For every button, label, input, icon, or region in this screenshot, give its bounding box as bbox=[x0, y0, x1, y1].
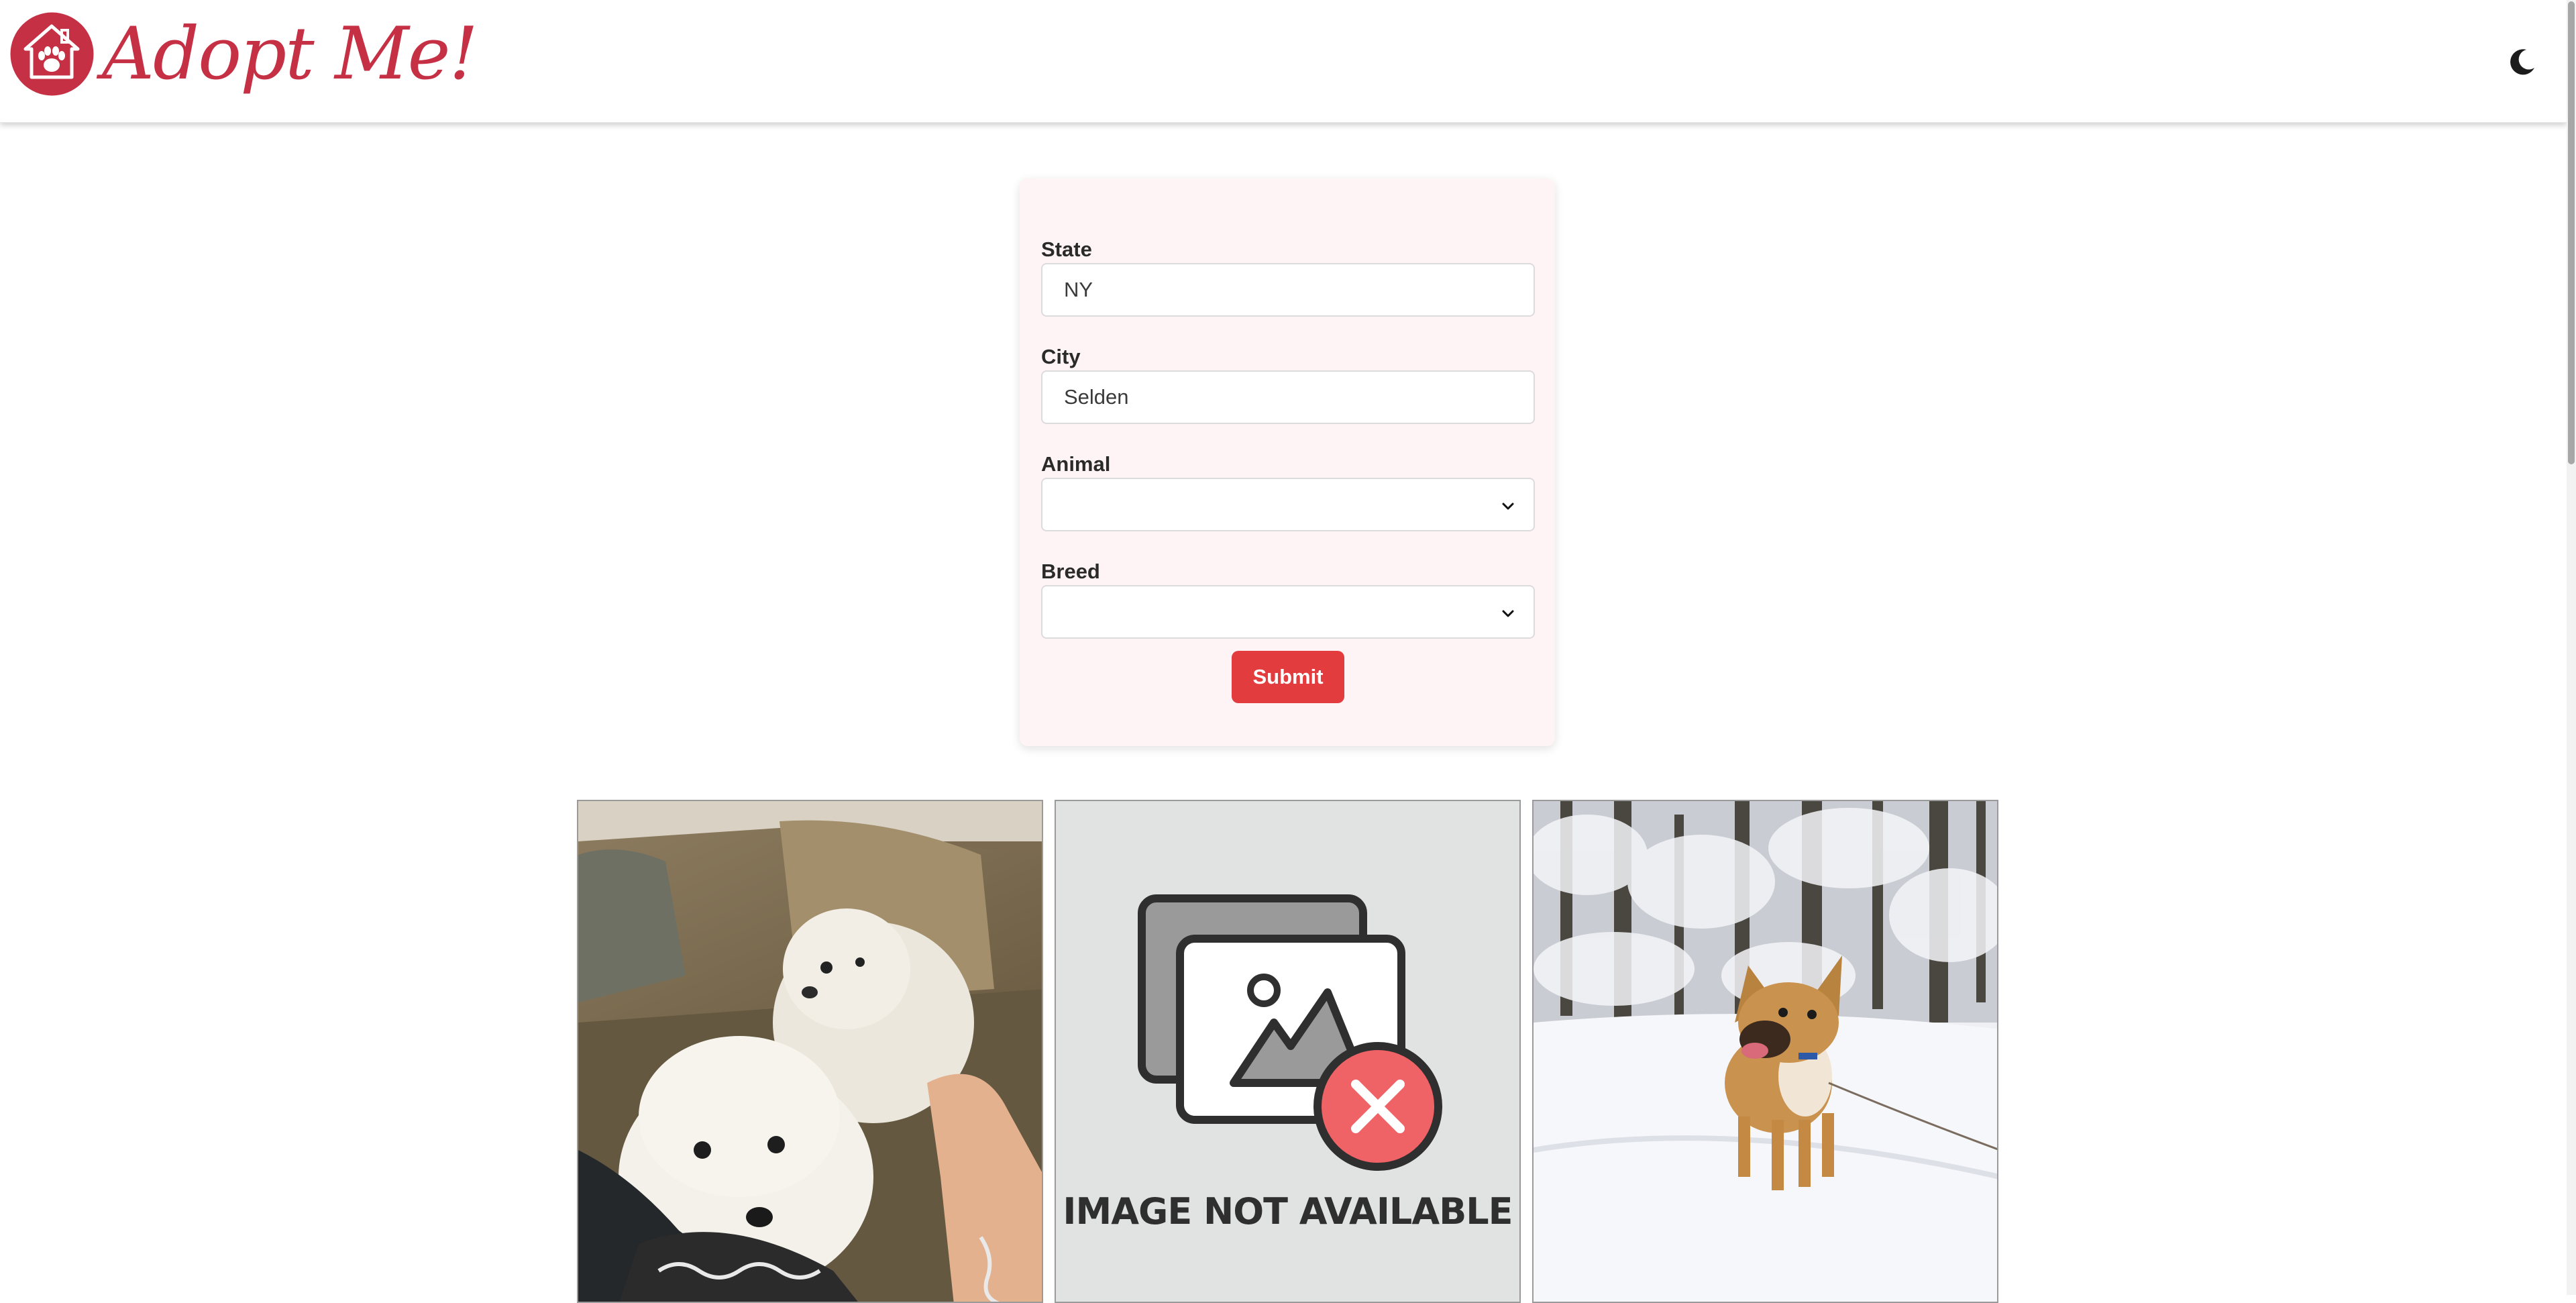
pet-photo bbox=[578, 801, 1042, 1302]
pet-card[interactable]: IMAGE NOT AVAILABLE bbox=[1055, 800, 1521, 1303]
breed-label: Breed bbox=[1041, 560, 1100, 583]
house-paw-icon[interactable] bbox=[9, 11, 95, 97]
scrollbar-thumb[interactable] bbox=[2568, 1, 2575, 464]
chevron-down-icon bbox=[1502, 610, 1514, 617]
pet-card[interactable] bbox=[1532, 800, 1998, 1303]
page-scrollbar[interactable] bbox=[2567, 0, 2576, 1295]
site-header: Adopt Me! bbox=[0, 0, 2567, 123]
city-label: City bbox=[1041, 345, 1081, 368]
breed-select[interactable] bbox=[1041, 585, 1535, 639]
chevron-down-icon bbox=[1502, 503, 1514, 510]
submit-button[interactable]: Submit bbox=[1232, 651, 1344, 703]
animal-select[interactable] bbox=[1041, 478, 1535, 531]
image-not-available-caption: IMAGE NOT AVAILABLE bbox=[1063, 1190, 1513, 1233]
pet-photo bbox=[1534, 801, 1997, 1302]
moon-icon[interactable] bbox=[2508, 47, 2537, 76]
state-label: State bbox=[1041, 238, 1092, 261]
search-form: State City Animal Breed Submit bbox=[1020, 178, 1555, 746]
site-title[interactable]: Adopt Me! bbox=[102, 4, 478, 105]
pet-card[interactable] bbox=[577, 800, 1043, 1303]
city-input[interactable] bbox=[1041, 370, 1535, 424]
state-input[interactable] bbox=[1041, 263, 1535, 317]
animal-label: Animal bbox=[1041, 452, 1111, 476]
